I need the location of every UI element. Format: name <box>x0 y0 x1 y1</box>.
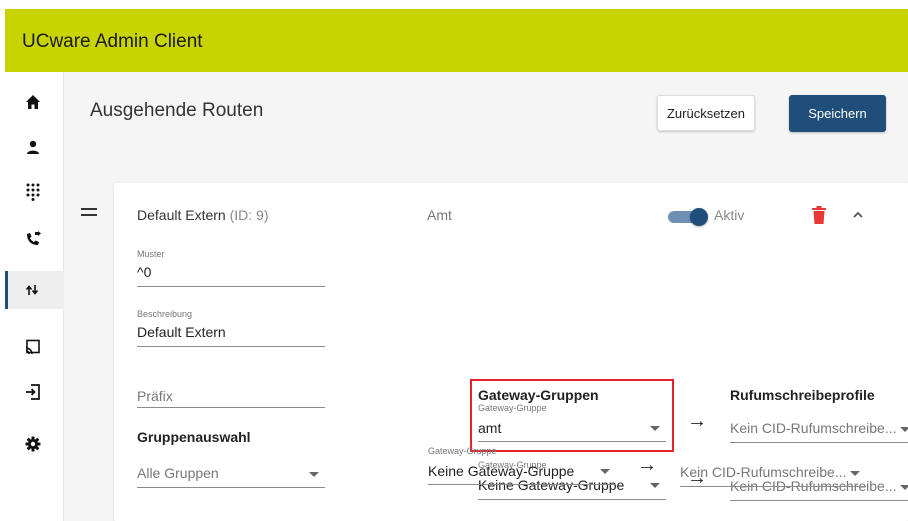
cid-select-1[interactable]: Kein CID-Rufumschreibe... <box>730 419 908 443</box>
user-icon <box>27 140 39 154</box>
gateway-label-1: Gateway-Gruppe <box>478 403 547 413</box>
praefix-placeholder: Präfix <box>137 388 173 404</box>
route-id: (ID: 9) <box>229 207 269 223</box>
sidebar-item-cast[interactable] <box>5 328 64 366</box>
save-button[interactable]: Speichern <box>789 95 886 132</box>
dropdown-arrow-icon <box>850 471 860 476</box>
dropdown-arrow-icon <box>600 469 610 474</box>
arrow-right-icon: → <box>687 410 707 432</box>
cid-value-3: Kein CID-Rufumschreibe... <box>680 464 847 480</box>
muster-label: Muster <box>137 249 165 259</box>
app-bar: UCware Admin Client <box>5 9 908 72</box>
dropdown-arrow-icon <box>900 427 908 432</box>
page-title: Ausgehende Routen <box>90 100 264 121</box>
drag-handle-icon[interactable] <box>81 208 97 218</box>
outgoing-routes-icon <box>25 285 39 295</box>
dropdown-arrow-icon <box>900 485 908 490</box>
beschreibung-field[interactable]: Beschreibung Default Extern <box>137 309 325 347</box>
app-title: UCware Admin Client <box>22 31 203 52</box>
gruppenauswahl-heading: Gruppenauswahl <box>137 429 251 445</box>
gateway-select-3[interactable]: Gateway-Gruppe Keine Gateway-Gruppe <box>428 446 616 485</box>
cid-select-3[interactable]: Kein CID-Rufumschreibe... <box>680 463 866 487</box>
dialpad-icon <box>26 183 40 201</box>
gateway-label-3: Gateway-Gruppe <box>428 446 497 456</box>
dropdown-arrow-icon <box>309 472 319 477</box>
sidebar-item-home[interactable] <box>5 83 64 121</box>
praefix-field[interactable]: Präfix <box>137 387 325 408</box>
sidebar-item-call-forwarding[interactable] <box>5 220 64 258</box>
reset-button[interactable]: Zurücksetzen <box>657 95 755 131</box>
active-toggle-label: Aktiv <box>714 207 745 223</box>
route-name-text: Default Extern <box>137 207 226 223</box>
delete-icon[interactable] <box>812 206 826 229</box>
cid-value-1: Kein CID-Rufumschreibe... <box>730 420 897 436</box>
sidebar-item-users[interactable] <box>5 128 64 166</box>
active-toggle[interactable] <box>668 208 708 226</box>
muster-field[interactable]: Muster ^0 <box>137 249 325 287</box>
arrow-right-icon: → <box>637 454 657 476</box>
phone-forward-icon <box>27 231 41 245</box>
gear-icon <box>25 436 41 452</box>
sidebar-item-settings[interactable] <box>5 425 64 463</box>
gateway-value-3: Keine Gateway-Gruppe <box>428 463 575 479</box>
gateway-select-1[interactable]: Gateway-Gruppe amt <box>478 403 666 442</box>
muster-value: ^0 <box>137 264 152 280</box>
route-type: Amt <box>427 207 452 223</box>
beschreibung-value: Default Extern <box>137 324 226 340</box>
sidebar <box>5 72 64 521</box>
gruppenauswahl-select[interactable]: Alle Gruppen <box>137 464 325 488</box>
dropdown-arrow-icon <box>650 426 660 431</box>
home-icon <box>26 95 40 109</box>
sidebar-item-outgoing-routes[interactable] <box>5 271 64 309</box>
gateway-heading: Gateway-Gruppen <box>478 387 599 403</box>
cid-heading: Rufumschreibeprofile <box>730 387 875 403</box>
beschreibung-label: Beschreibung <box>137 309 193 319</box>
route-name: Default Extern (ID: 9) <box>137 207 269 223</box>
gateway-value-1: amt <box>478 420 502 436</box>
login-icon <box>26 384 40 400</box>
app-window: UCware Admin Client Ausgehende Routen Zu… <box>0 0 908 521</box>
sidebar-item-dialpad[interactable] <box>5 173 64 211</box>
sidebar-item-login[interactable] <box>5 373 64 411</box>
gruppenauswahl-value: Alle Gruppen <box>137 465 219 481</box>
dropdown-arrow-icon <box>650 483 660 488</box>
cast-icon <box>25 339 40 355</box>
chevron-up-icon[interactable] <box>852 207 864 225</box>
